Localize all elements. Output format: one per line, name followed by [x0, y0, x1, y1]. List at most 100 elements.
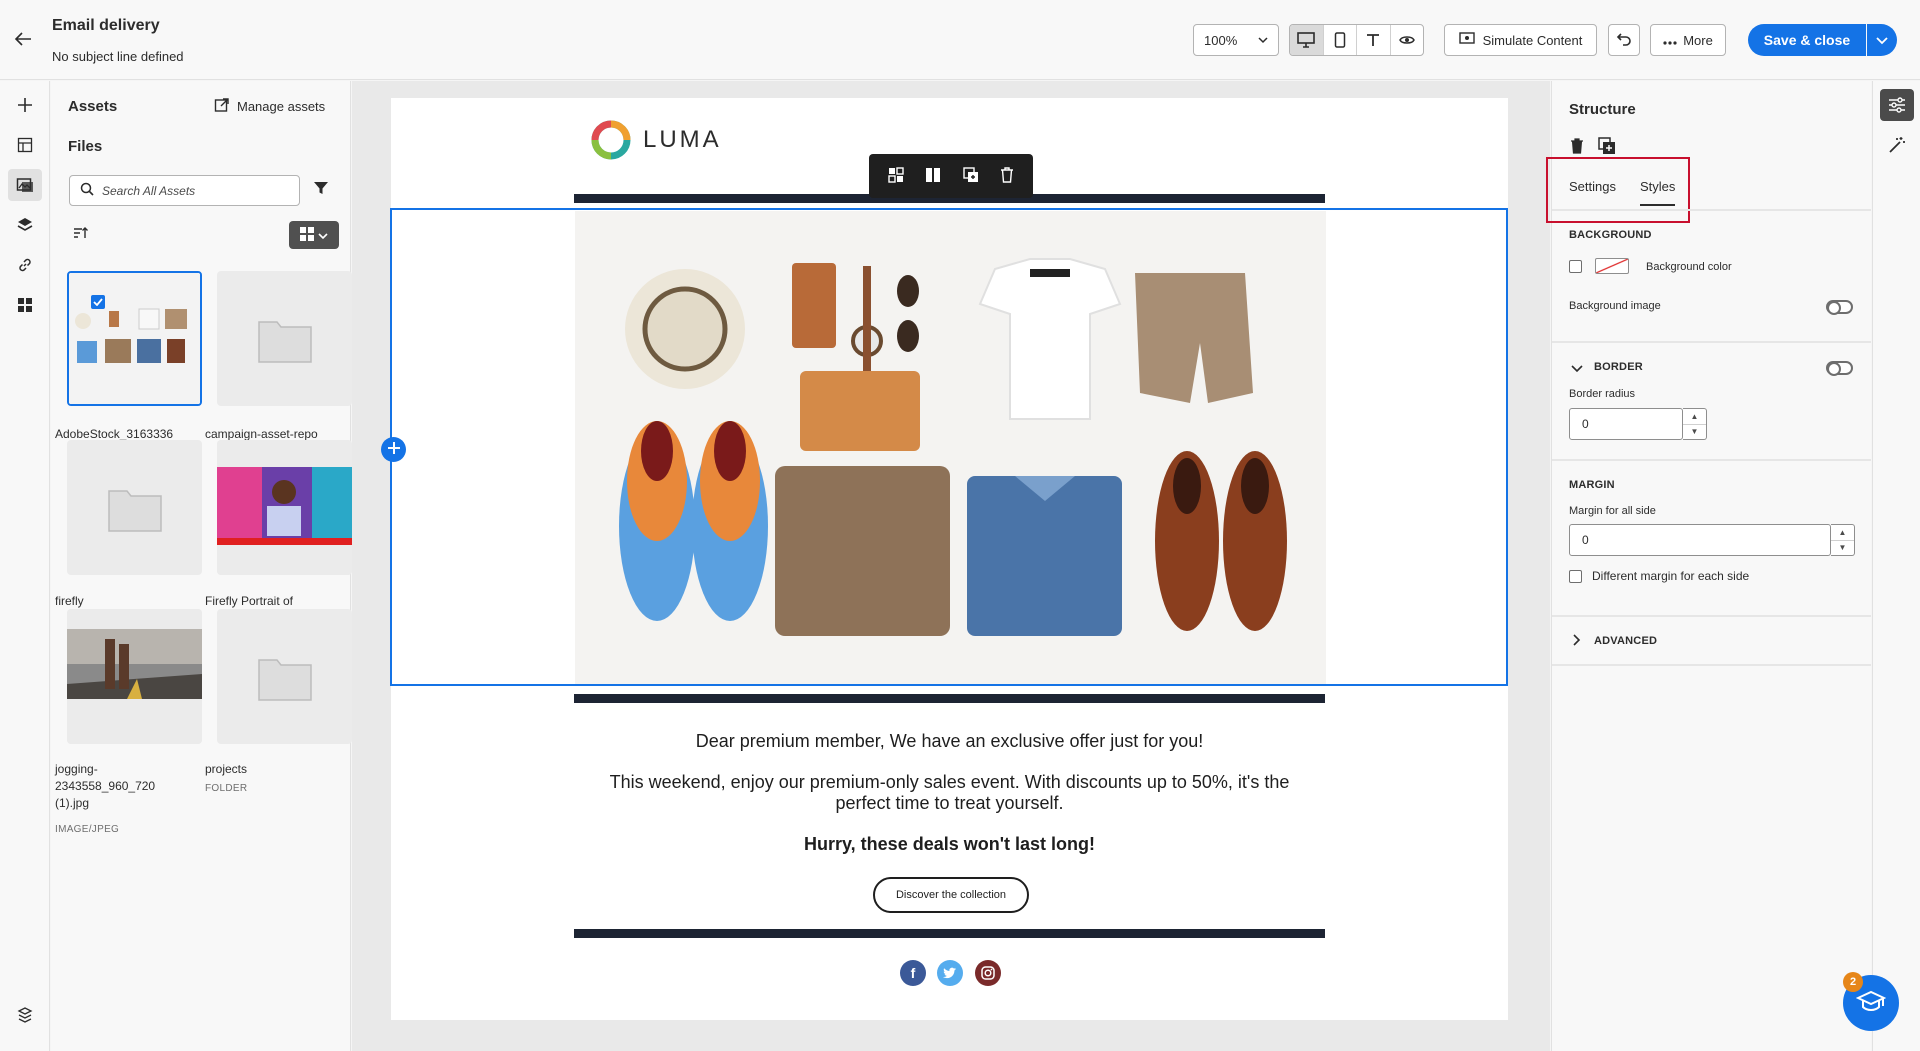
margin-stepper[interactable]: ▲ ▼: [1831, 524, 1855, 556]
urgency-text: Hurry, these deals won't last long!: [804, 834, 1095, 854]
columns-icon[interactable]: [925, 167, 941, 186]
margin-all-label: Margin for all side: [1569, 505, 1656, 517]
manage-assets-label: Manage assets: [237, 99, 326, 114]
duplicate-icon[interactable]: [1598, 137, 1616, 158]
different-margin-checkbox[interactable]: [1569, 570, 1582, 583]
asset-tile[interactable]: [67, 440, 202, 575]
asset-thumbnail: [217, 440, 352, 575]
top-header: Email delivery No subject line defined 1…: [0, 0, 1920, 80]
advanced-heading: ADVANCED: [1594, 635, 1658, 647]
selected-structure-frame[interactable]: [390, 208, 1508, 686]
facebook-icon[interactable]: f: [900, 960, 926, 986]
grid-icon: [300, 226, 314, 244]
folder-icon: [257, 316, 313, 367]
files-heading: Files: [68, 138, 103, 155]
twitter-icon[interactable]: [937, 960, 963, 986]
border-heading: BORDER: [1594, 361, 1643, 373]
chevron-down-icon[interactable]: ▼: [1831, 541, 1854, 556]
border-radius-input[interactable]: 0: [1569, 408, 1683, 440]
duplicate-icon[interactable]: [963, 166, 979, 186]
properties-tabs: Settings Styles: [1569, 179, 1676, 206]
asset-thumbnail: [67, 609, 202, 744]
asset-tile[interactable]: [67, 271, 202, 406]
grid-view-toggle[interactable]: [289, 221, 339, 249]
external-link-icon: [214, 97, 230, 116]
background-image-toggle[interactable]: [1826, 300, 1853, 314]
asset-thumbnail: [69, 273, 200, 404]
delete-icon[interactable]: [1000, 166, 1014, 186]
chevron-up-icon[interactable]: ▲: [1683, 409, 1706, 425]
zoom-select[interactable]: 100%: [1193, 24, 1279, 56]
back-arrow-icon[interactable]: [12, 28, 38, 54]
brand-logo: LUMA: [591, 120, 722, 160]
border-radius-stepper[interactable]: ▲ ▼: [1683, 408, 1707, 440]
text-view-icon[interactable]: [1357, 25, 1391, 55]
tab-settings[interactable]: Settings: [1569, 179, 1616, 206]
desktop-view-icon[interactable]: [1290, 25, 1324, 55]
notification-badge: 2: [1843, 972, 1863, 992]
save-close-button[interactable]: Save & close: [1748, 24, 1866, 56]
panel-title: Structure: [1569, 101, 1636, 118]
plus-icon: [387, 441, 401, 458]
border-toggle[interactable]: [1826, 361, 1853, 375]
more-button[interactable]: More: [1650, 24, 1726, 56]
select-parent-icon[interactable]: [888, 166, 904, 186]
simulate-icon: [1458, 31, 1475, 49]
preview-eye-icon[interactable]: [1391, 25, 1424, 55]
magic-wand-icon[interactable]: [1880, 129, 1914, 161]
add-component-button[interactable]: [381, 437, 406, 462]
link-icon[interactable]: [8, 249, 42, 281]
search-icon: [80, 182, 94, 199]
undo-icon: [1616, 32, 1632, 49]
margin-all-input[interactable]: 0: [1569, 524, 1831, 556]
chevron-down-icon[interactable]: [1571, 361, 1583, 376]
asset-search-input[interactable]: Search All Assets: [69, 175, 300, 206]
save-options-button[interactable]: [1867, 24, 1897, 56]
layers-icon[interactable]: [8, 209, 42, 241]
simulate-content-button[interactable]: Simulate Content: [1444, 24, 1597, 56]
settings-sliders-icon[interactable]: [1880, 89, 1914, 121]
background-color-swatch[interactable]: [1595, 258, 1629, 274]
fragments-icon[interactable]: [8, 129, 42, 161]
left-tool-rail: [0, 81, 50, 1051]
chevron-down-icon: [318, 228, 328, 243]
components-icon[interactable]: [8, 289, 42, 321]
asset-tile[interactable]: [217, 271, 352, 406]
body-text: This weekend, enjoy our premium-only sal…: [609, 772, 1290, 813]
asset-tile[interactable]: [217, 609, 352, 744]
background-color-checkbox[interactable]: [1569, 260, 1582, 273]
filter-icon[interactable]: [313, 180, 329, 199]
checkbox-checked-icon[interactable]: [91, 295, 105, 309]
logo-text: LUMA: [643, 126, 722, 153]
asset-tile[interactable]: [67, 609, 202, 744]
right-tool-rail: [1872, 81, 1920, 1051]
page-subtitle: No subject line defined: [52, 49, 184, 64]
divider-bar: [574, 929, 1325, 938]
divider: [1552, 615, 1871, 617]
chevron-down-icon[interactable]: ▼: [1683, 425, 1706, 440]
undo-button[interactable]: [1608, 24, 1640, 56]
more-label: More: [1683, 32, 1713, 48]
border-radius-label: Border radius: [1569, 388, 1636, 400]
sort-icon[interactable]: [73, 226, 89, 243]
chevron-up-icon[interactable]: ▲: [1831, 525, 1854, 541]
luma-logo-icon: [591, 120, 631, 160]
manage-assets-link[interactable]: Manage assets: [214, 97, 325, 116]
trash-icon[interactable]: [1570, 138, 1584, 157]
folder-icon: [107, 485, 163, 536]
asset-type: IMAGE/JPEG: [55, 824, 120, 835]
view-mode-group: [1289, 24, 1424, 56]
tab-styles[interactable]: Styles: [1639, 179, 1676, 206]
different-margin-label: Different margin for each side: [1592, 569, 1750, 583]
add-icon[interactable]: [8, 89, 42, 121]
asset-tile[interactable]: [217, 440, 352, 575]
assets-icon[interactable]: [8, 169, 42, 201]
folder-icon: [257, 654, 313, 705]
zoom-value: 100%: [1204, 32, 1238, 48]
chevron-right-icon[interactable]: [1571, 634, 1581, 649]
discover-collection-button[interactable]: Discover the collection: [873, 877, 1029, 913]
background-image-label: Background image: [1569, 300, 1661, 312]
history-icon[interactable]: [8, 999, 42, 1031]
mobile-view-icon[interactable]: [1324, 25, 1357, 55]
instagram-icon[interactable]: [975, 960, 1001, 986]
